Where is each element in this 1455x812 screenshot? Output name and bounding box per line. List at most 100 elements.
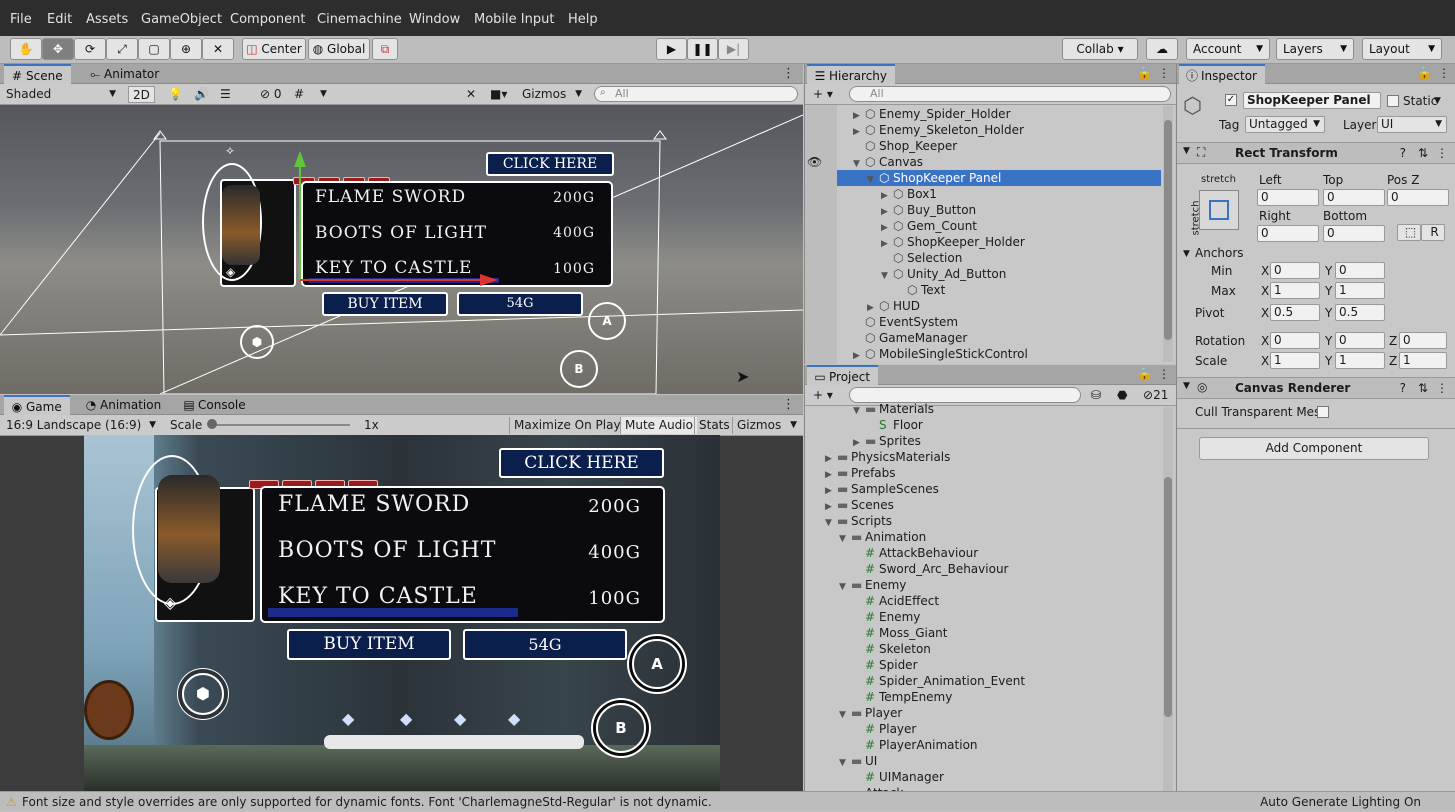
project-item[interactable]: S Floor (823, 417, 923, 433)
account-dropdown[interactable]: Account ▼ (1186, 38, 1270, 60)
hidden-objects-icon[interactable]: ⊘ 0 (256, 86, 286, 103)
expand-arrow-icon[interactable]: ▶ (853, 348, 865, 362)
tab-scene[interactable]: # Scene (4, 64, 71, 84)
game-gizmos-dropdown[interactable]: Gizmos ▼ (732, 417, 800, 434)
active-checkbox[interactable]: ✓ (1225, 94, 1237, 106)
pivot-x-field[interactable]: 0.5 (1270, 304, 1320, 321)
tag-dropdown[interactable]: Untagged ▼ (1245, 116, 1325, 133)
rotation-z-field[interactable]: 0 (1399, 332, 1447, 349)
rect-tool-icon[interactable]: ▢ (138, 38, 170, 60)
scale-slider-track[interactable] (210, 424, 350, 426)
more-menu-icon[interactable]: ⋮ (1158, 66, 1170, 80)
snap-icon[interactable]: ⧉ (372, 38, 398, 60)
more-menu-icon[interactable]: ⋮ (782, 66, 795, 81)
top-field[interactable]: 0 (1323, 189, 1385, 206)
menu-help[interactable]: Help (568, 12, 598, 27)
hierarchy-item[interactable]: ▶ ⬡ HUD (837, 298, 1161, 314)
aspect-dropdown[interactable]: 16:9 Landscape (16:9) ▼ (2, 417, 160, 434)
more-menu-icon[interactable]: ⋮ (1436, 381, 1448, 395)
rotate-tool-icon[interactable]: ⟳ (74, 38, 106, 60)
audio-icon[interactable]: 🔊 (190, 86, 213, 103)
create-button[interactable]: + ▾ (809, 86, 837, 103)
left-field[interactable]: 0 (1257, 189, 1319, 206)
hierarchy-item[interactable]: ⬡ Text (837, 282, 1161, 298)
project-item[interactable]: ▼ ▬ Enemy (823, 577, 906, 593)
anchor-max-x-field[interactable]: 1 (1270, 282, 1320, 299)
hierarchy-search-input[interactable]: All (849, 86, 1171, 102)
camera-icon[interactable]: ■▾ (486, 86, 511, 103)
pivot-global-button[interactable]: ◍ Global (308, 38, 370, 60)
help-icon[interactable]: ? (1400, 146, 1406, 160)
canvas-renderer-header[interactable]: ▼ ◎ Canvas Renderer ? ⇅ ⋮ (1177, 377, 1455, 399)
more-menu-icon[interactable]: ⋮ (1438, 66, 1450, 80)
lock-icon[interactable]: 🔒 (1417, 66, 1432, 80)
static-dropdown-icon[interactable]: ▼ (1434, 93, 1441, 109)
project-item[interactable]: # Enemy (823, 609, 920, 625)
hierarchy-item[interactable]: ▼ ⬡ Canvas (837, 154, 1161, 170)
presets-icon[interactable]: ⇅ (1418, 146, 1428, 160)
grid-dropdown-icon[interactable]: ▼ (316, 86, 331, 103)
project-item[interactable]: ▶ ▬ PhysicsMaterials (823, 449, 950, 465)
project-item[interactable]: ▼ ▬ Player (823, 705, 902, 721)
game-view[interactable]: ◈ FLAME SWORD 200G BOOTS OF LIGHT 400G K… (84, 435, 720, 791)
rotation-y-field[interactable]: 0 (1335, 332, 1385, 349)
project-item[interactable]: ▶ ▬ Prefabs (823, 465, 896, 481)
maximize-on-play-toggle[interactable]: Maximize On Play (509, 417, 625, 434)
project-item[interactable]: # Player (823, 721, 916, 737)
more-menu-icon[interactable]: ⋮ (782, 397, 795, 412)
step-button[interactable]: ▶| (718, 38, 749, 60)
hierarchy-item[interactable]: ▶ ⬡ MobileSingleStickControl (837, 346, 1161, 362)
grid-toggle-icon[interactable]: # (290, 86, 308, 103)
anchor-min-y-field[interactable]: 0 (1335, 262, 1385, 279)
lighting-icon[interactable]: 💡 (164, 86, 187, 103)
pause-button[interactable]: ❚❚ (687, 38, 718, 60)
project-scrollbar[interactable] (1163, 407, 1173, 791)
hierarchy-item[interactable]: ▶ ⬡ Buy_Button (837, 202, 1161, 218)
hierarchy-item[interactable]: ⬡ EventSystem (837, 314, 1161, 330)
lock-icon[interactable]: 🔒 (1137, 66, 1152, 80)
hierarchy-item[interactable]: ▶ ⬡ Gem_Count (837, 218, 1161, 234)
eye-icon[interactable]: 👁 (807, 155, 822, 169)
pivot-y-field[interactable]: 0.5 (1335, 304, 1385, 321)
hand-tool-icon[interactable]: ✋ (10, 38, 42, 60)
project-item[interactable]: # TempEnemy (823, 689, 952, 705)
hierarchy-item[interactable]: ⬡ Shop_Keeper (837, 138, 1161, 154)
add-component-button[interactable]: Add Component (1199, 437, 1429, 460)
custom-tool-icon[interactable]: ✕ (202, 38, 234, 60)
scale-z-field[interactable]: 1 (1399, 352, 1447, 369)
anchor-max-y-field[interactable]: 1 (1335, 282, 1385, 299)
gizmos-dropdown[interactable]: Gizmos ▼ (518, 86, 586, 103)
bottom-field[interactable]: 0 (1323, 225, 1385, 242)
collab-button[interactable]: Collab ▾ (1062, 38, 1138, 60)
scale-y-field[interactable]: 1 (1335, 352, 1385, 369)
scale-x-field[interactable]: 1 (1270, 352, 1320, 369)
mute-audio-toggle[interactable]: Mute Audio (620, 417, 697, 434)
project-item[interactable]: # Skeleton (823, 641, 931, 657)
transform-tool-icon[interactable]: ⊕ (170, 38, 202, 60)
menu-mobile-input[interactable]: Mobile Input (474, 12, 554, 27)
rect-transform-header[interactable]: ▼ ⛶ Rect Transform ? ⇅ ⋮ (1177, 142, 1455, 164)
tab-animator[interactable]: ⟜ Animator (82, 64, 167, 84)
move-tool-icon[interactable]: ✥ (42, 38, 74, 60)
tab-project[interactable]: ▭ Project (807, 365, 879, 385)
tab-hierarchy[interactable]: ☰ Hierarchy (807, 64, 896, 84)
tab-game[interactable]: ◉ Game (4, 395, 70, 415)
hierarchy-item[interactable]: ▶ ⬡ Enemy_Skeleton_Holder (837, 122, 1161, 138)
scale-tool-icon[interactable]: ⤢ (106, 38, 138, 60)
tab-inspector[interactable]: ⓘ Inspector (1179, 64, 1265, 84)
menu-component[interactable]: Component (230, 12, 305, 27)
hierarchy-scrollbar[interactable] (1163, 106, 1173, 362)
project-item[interactable]: ▼ ▬ Animation (823, 529, 926, 545)
menu-file[interactable]: File (10, 12, 32, 27)
layer-dropdown[interactable]: UI ▼ (1377, 116, 1447, 133)
project-item[interactable]: ▼ ▬ UI (823, 753, 877, 769)
hierarchy-item[interactable]: ⬡ Selection (837, 250, 1161, 266)
scale-slider-handle[interactable] (207, 419, 217, 429)
anchor-presets-button[interactable] (1199, 190, 1239, 230)
cull-transparent-checkbox[interactable] (1317, 406, 1329, 418)
project-item[interactable]: ▶ ▬ Scenes (823, 497, 894, 513)
pivot-center-button[interactable]: ◫ Center (242, 38, 306, 60)
menu-edit[interactable]: Edit (47, 12, 72, 27)
lock-icon[interactable]: 🔒 (1137, 367, 1152, 381)
hierarchy-item[interactable]: ▼ ⬡ Unity_Ad_Button (837, 266, 1161, 282)
